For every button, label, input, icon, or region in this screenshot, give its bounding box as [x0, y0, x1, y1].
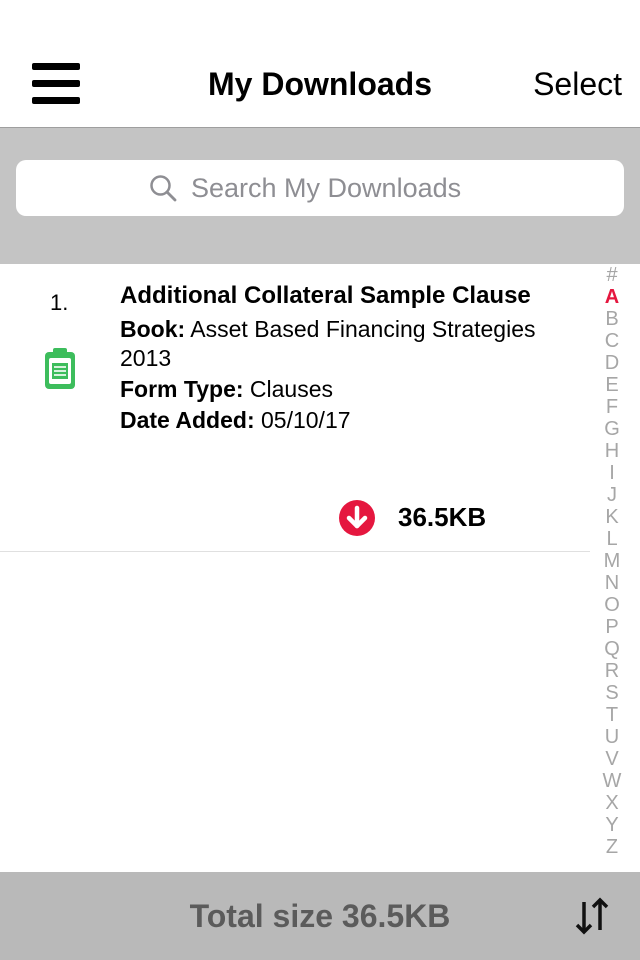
footer-bar: Total size 36.5KB	[0, 872, 640, 960]
select-button[interactable]: Select	[533, 66, 622, 103]
book-info: Book: Asset Based Financing Strategies 2…	[120, 315, 585, 373]
form-type-info: Form Type: Clauses	[120, 375, 585, 404]
sort-arrows-icon[interactable]	[574, 896, 610, 936]
index-letter[interactable]: P	[605, 616, 618, 638]
item-number: 1.	[50, 290, 69, 315]
search-icon	[150, 175, 177, 202]
index-letter[interactable]: M	[604, 550, 621, 572]
total-size-label: Total size 36.5KB	[189, 898, 451, 934]
index-letter[interactable]: Q	[604, 638, 620, 660]
index-letter[interactable]: F	[606, 396, 618, 418]
index-letter[interactable]: X	[605, 792, 618, 814]
index-letter[interactable]: L	[606, 528, 617, 550]
clipboard-document-icon	[45, 348, 75, 389]
book-label: Book:	[120, 316, 186, 342]
form-type-value: Clauses	[249, 376, 334, 402]
index-letter[interactable]: K	[605, 506, 618, 528]
downloads-list: 1. Additional Collateral Sample Clause B…	[0, 264, 590, 872]
index-letter[interactable]: #	[606, 264, 617, 286]
date-value: 05/10/17	[261, 407, 351, 433]
date-added-info: Date Added: 05/10/17	[120, 406, 585, 435]
item-title: Additional Collateral Sample Clause	[120, 282, 531, 309]
index-letter[interactable]: Y	[605, 814, 618, 836]
form-type-label: Form Type:	[120, 376, 244, 402]
navigation-bar: My Downloads Select	[0, 0, 640, 128]
index-letter[interactable]: H	[605, 440, 619, 462]
index-letter[interactable]: I	[609, 462, 615, 484]
index-letter[interactable]: R	[605, 660, 619, 682]
file-size: 36.5KB	[398, 502, 487, 532]
index-letter[interactable]: O	[604, 594, 620, 616]
index-letter[interactable]: E	[605, 374, 618, 396]
index-letter[interactable]: N	[605, 572, 619, 594]
index-letter[interactable]: G	[604, 418, 620, 440]
index-letter[interactable]: B	[605, 308, 618, 330]
index-letter[interactable]: Z	[606, 836, 618, 858]
index-letter[interactable]: J	[607, 484, 617, 506]
search-bar-container	[0, 128, 640, 264]
index-letter[interactable]: U	[605, 726, 619, 748]
download-arrow-icon[interactable]	[338, 499, 376, 537]
index-letter[interactable]: A	[605, 286, 619, 308]
alphabet-index[interactable]: # A B C D E F G H I J K L M N O P Q R S T U V W X Y Z	[600, 264, 624, 858]
search-input[interactable]	[191, 172, 491, 204]
index-letter[interactable]: T	[606, 704, 618, 726]
index-letter[interactable]: V	[605, 748, 618, 770]
index-letter[interactable]: S	[605, 682, 618, 704]
index-letter[interactable]: W	[603, 770, 622, 792]
index-letter[interactable]: D	[605, 352, 619, 374]
date-label: Date Added:	[120, 407, 255, 433]
search-field[interactable]	[16, 160, 624, 216]
index-letter[interactable]: C	[605, 330, 619, 352]
list-item[interactable]: 1. Additional Collateral Sample Clause B…	[0, 264, 590, 552]
